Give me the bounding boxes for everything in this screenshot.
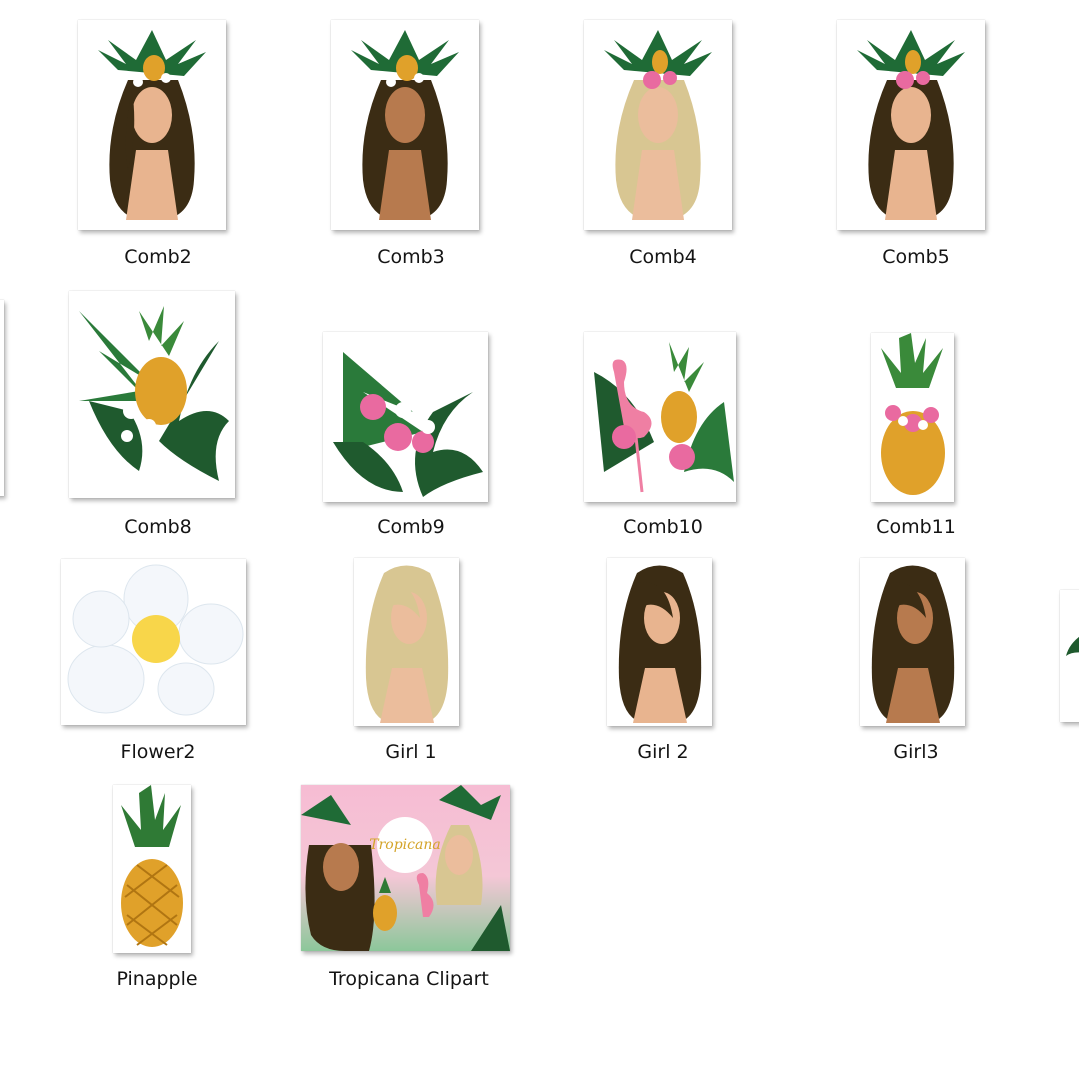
file-name-pinapple: Pinapple — [116, 968, 198, 990]
plumeria-flower-icon — [61, 559, 246, 725]
girl-blonde-icon — [354, 558, 459, 726]
partial-thumbnail-left-icon — [0, 300, 4, 496]
svg-text:Tropicana: Tropicana — [369, 837, 440, 853]
file-name-comb11: Comb11 — [876, 516, 956, 538]
girl-dark-hair-icon — [607, 558, 712, 726]
pineapple-palm-leaves-icon — [69, 291, 235, 498]
monstera-hibiscus-bouquet-icon — [323, 332, 488, 502]
partial-file-thumbnail-right[interactable] — [1060, 590, 1079, 722]
tropicana-cover-icon: Tropicana — [301, 785, 510, 951]
girl-hibiscus-crown-blonde-icon — [584, 20, 732, 230]
girl-pineapple-crown-icon — [78, 20, 226, 230]
file-name-girl-1: Girl 1 — [385, 741, 437, 763]
file-name-comb10: Comb10 — [623, 516, 703, 538]
file-name-comb4: Comb4 — [629, 246, 697, 268]
pineapple-icon — [113, 785, 191, 953]
file-name-flower2: Flower2 — [120, 741, 196, 763]
partial-file-thumbnail-left[interactable] — [0, 300, 5, 496]
girl-hibiscus-crown-dark-hair-icon — [837, 20, 985, 230]
file-name-girl3: Girl3 — [893, 741, 939, 763]
file-name-tropicana-clipart: Tropicana Clipart — [329, 968, 489, 990]
file-name-girl-2: Girl 2 — [637, 741, 689, 763]
file-name-comb8: Comb8 — [124, 516, 192, 538]
file-name-comb2: Comb2 — [124, 246, 192, 268]
file-name-comb3: Comb3 — [377, 246, 445, 268]
flamingo-pineapple-bouquet-icon — [584, 332, 736, 502]
file-name-comb5: Comb5 — [882, 246, 950, 268]
girl-dark-skin-icon — [860, 558, 965, 726]
pineapple-hibiscus-icon — [871, 333, 954, 502]
girl-pineapple-crown-dark-skin-icon — [331, 20, 479, 230]
monstera-leaf-thumbnail-icon — [1060, 590, 1079, 722]
file-name-comb9: Comb9 — [377, 516, 445, 538]
